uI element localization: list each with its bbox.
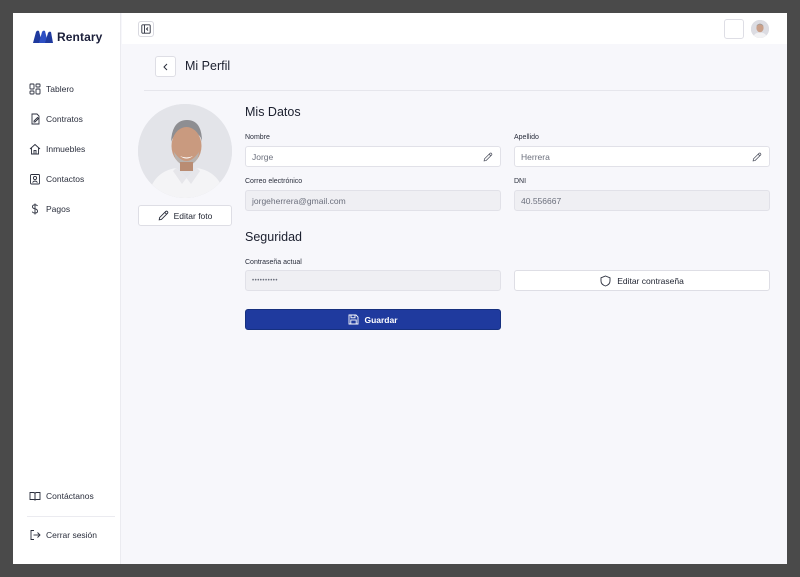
- correo-value: jorgeherrera@gmail.com: [252, 195, 346, 206]
- save-label: Guardar: [364, 314, 398, 325]
- apellido-value: Herrera: [521, 151, 550, 162]
- sidebar-item-contactos[interactable]: Contactos: [29, 172, 84, 186]
- sidebar-item-label: Contáctanos: [46, 491, 94, 501]
- nombre-label: Nombre: [245, 134, 270, 141]
- brand-name: Rentary: [57, 30, 103, 44]
- save-button[interactable]: Guardar: [245, 309, 501, 330]
- dashboard-icon: [29, 83, 41, 95]
- sidebar-item-label: Pagos: [46, 204, 71, 214]
- user-avatar-photo: [751, 20, 769, 38]
- sidebar-item-label: Cerrar sesión: [46, 530, 98, 540]
- chevron-left-icon: [162, 63, 167, 70]
- save-icon: [349, 314, 359, 325]
- edit-password-button[interactable]: Editar contraseña: [514, 270, 770, 291]
- profile-photo: [138, 104, 232, 198]
- contacts-icon: [30, 174, 40, 185]
- shield-icon: [600, 275, 611, 286]
- sidebar-item-tablero[interactable]: Tablero: [29, 82, 74, 96]
- header-divider: [144, 90, 770, 91]
- sidebar-item-contratos[interactable]: Contratos: [29, 112, 83, 126]
- password-field: ••••••••••: [245, 270, 501, 291]
- app-window: Rentary Tablero Contratos Inmuebles Cont…: [13, 13, 787, 564]
- sidebar-toggle-button[interactable]: [138, 21, 154, 37]
- dni-label: DNI: [514, 178, 527, 185]
- rentary-logo-icon: [33, 30, 53, 43]
- sidebar-item-label: Contactos: [46, 174, 85, 184]
- logout-icon: [30, 530, 41, 540]
- pencil-icon[interactable]: [483, 152, 493, 162]
- sidebar-item-label: Contratos: [46, 114, 83, 124]
- pencil-icon[interactable]: [752, 152, 762, 162]
- sidebar-item-contactanos[interactable]: Contáctanos: [29, 489, 94, 503]
- apellido-label: Apellido: [514, 134, 539, 141]
- page-title: Mi Perfil: [185, 59, 231, 73]
- edit-photo-button[interactable]: Editar foto: [138, 205, 232, 226]
- contract-icon: [31, 113, 40, 125]
- profile-photo-image: [138, 104, 232, 198]
- sidebar-item-label: Inmuebles: [46, 144, 86, 154]
- brand-logo[interactable]: Rentary: [32, 30, 102, 44]
- password-label: Contraseña actual: [245, 259, 302, 266]
- sidebar-item-inmuebles[interactable]: Inmuebles: [29, 142, 85, 156]
- apellido-field[interactable]: Herrera: [514, 146, 770, 167]
- notifications-button[interactable]: [724, 19, 744, 39]
- user-avatar[interactable]: [751, 20, 769, 38]
- correo-field: jorgeherrera@gmail.com: [245, 190, 501, 211]
- mis-datos-title: Mis Datos: [245, 105, 301, 119]
- sidebar-item-pagos[interactable]: Pagos: [29, 202, 70, 216]
- correo-label: Correo electrónico: [245, 178, 303, 185]
- dollar-icon: [31, 203, 38, 215]
- sidebar-item-cerrar-sesion[interactable]: Cerrar sesión: [29, 528, 97, 542]
- book-icon: [29, 492, 41, 501]
- password-value: ••••••••••: [252, 277, 279, 284]
- nombre-field[interactable]: Jorge: [245, 146, 501, 167]
- sidebar-collapse-icon: [141, 24, 151, 34]
- seguridad-title: Seguridad: [245, 230, 302, 244]
- edit-password-label: Editar contraseña: [617, 275, 684, 286]
- sidebar: Rentary Tablero Contratos Inmuebles Cont…: [13, 13, 121, 564]
- house-icon: [29, 143, 41, 155]
- pencil-icon: [158, 210, 168, 221]
- dni-field: 40.556667: [514, 190, 770, 211]
- nombre-value: Jorge: [252, 151, 274, 162]
- back-button[interactable]: [155, 56, 176, 77]
- top-bar: [122, 13, 787, 44]
- dni-value: 40.556667: [521, 195, 562, 206]
- sidebar-item-label: Tablero: [46, 84, 74, 94]
- sidebar-divider: [27, 516, 115, 517]
- edit-photo-label: Editar foto: [173, 210, 213, 221]
